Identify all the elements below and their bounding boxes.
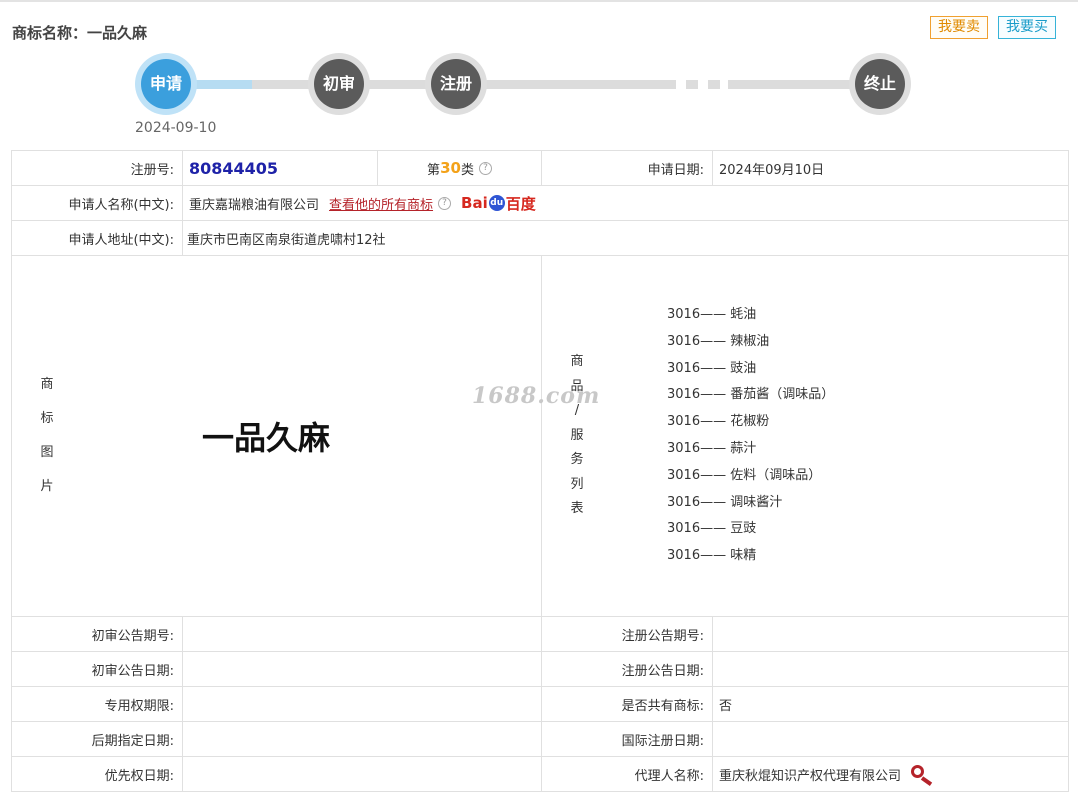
- progress-dash: [708, 80, 720, 89]
- progress-dash: [686, 80, 698, 89]
- progress-track: [252, 80, 316, 89]
- step-preliminary: 初审: [308, 53, 370, 115]
- agent-label: 代理人名称:: [542, 757, 713, 791]
- prelim-issue-label: 初审公告期号:: [12, 617, 183, 651]
- address: 重庆市巴南区南泉街道虎啸村12社: [183, 221, 1069, 255]
- step-register: 注册: [425, 53, 487, 115]
- all-marks-link[interactable]: 查看他的所有商标: [329, 194, 433, 213]
- agent-cell: 重庆秋焜知识产权代理有限公司: [713, 757, 1069, 791]
- list-item: 3016—— 调味酱汁: [667, 494, 783, 510]
- apply-date: 2024年09月10日: [713, 151, 1069, 185]
- applicant-cell: 重庆嘉瑞粮油有限公司 查看他的所有商标 ? Bai du 百度: [183, 186, 1069, 220]
- progress-track: [728, 80, 852, 89]
- buy-button[interactable]: 我要买: [998, 16, 1056, 39]
- list-item: 3016—— 蚝油: [667, 307, 757, 323]
- reg-date-label: 注册公告日期:: [542, 652, 713, 686]
- step-date: 2024-09-10: [135, 120, 217, 136]
- step-apply: 申请: [135, 53, 197, 115]
- exclusive-term-label: 专用权期限:: [12, 687, 183, 721]
- label-char: 表: [570, 501, 584, 517]
- later-designation-value: [183, 722, 542, 756]
- label-char: 列: [570, 476, 584, 492]
- list-item: 3016—— 花椒粉: [667, 414, 770, 430]
- trademark-detail-table: 注册号: 80844405 第 30 类? 申请日期: 2024年09月10日 申请…: [11, 150, 1069, 792]
- class-number: 30: [440, 159, 461, 177]
- step-terminate: 终止: [849, 53, 911, 115]
- label-char: 商: [40, 377, 54, 392]
- reg-no-label: 注册号:: [12, 151, 183, 185]
- watermark: 1688.com: [472, 383, 601, 409]
- class-suffix: 类: [460, 162, 474, 178]
- apply-date-label: 申请日期:: [542, 151, 713, 185]
- reg-issue-value: [713, 617, 1069, 651]
- table-row: 申请人地址(中文): 重庆市巴南区南泉街道虎啸村12社: [12, 221, 1069, 256]
- label-char: 片: [40, 479, 54, 494]
- table-row: 优先权日期: 代理人名称: 重庆秋焜知识产权代理有限公司: [12, 757, 1069, 792]
- address-label: 申请人地址(中文):: [12, 221, 183, 255]
- class-cell: 第 30 类?: [378, 151, 542, 185]
- list-item: 3016—— 蒜汁: [667, 441, 757, 456]
- title-label: 商标名称：: [12, 24, 88, 42]
- reg-no-cell: 80844405: [183, 151, 378, 185]
- baidu-left: Bai: [461, 194, 488, 212]
- list-item: 3016—— 佐料（调味品）: [667, 467, 822, 483]
- progress-track: [366, 80, 430, 89]
- top-border: [0, 0, 1078, 2]
- baidu-right: 百度: [505, 194, 536, 213]
- baidu-paw-icon: du: [488, 195, 505, 211]
- label-char: 标: [40, 411, 54, 426]
- prelim-date-label: 初审公告日期:: [12, 652, 183, 686]
- shared-mark-value: 否: [713, 687, 1069, 721]
- label-char: 商: [570, 354, 584, 370]
- goods-list: 3016—— 蚝油 3016—— 辣椒油 3016—— 豉油 3016—— 番茄…: [612, 256, 1069, 616]
- trademark-image: 一品久麻: [82, 256, 542, 616]
- list-item: 3016—— 豆豉: [667, 521, 757, 537]
- label-char: 图: [40, 445, 54, 460]
- image-row: 商 标 图 片 一品久麻 商 品 / 服 务 列 表 3016—— 蚝油 301…: [12, 256, 1069, 617]
- list-item: 3016—— 味精: [667, 548, 757, 564]
- step-label: 终止: [855, 59, 905, 109]
- reg-issue-label: 注册公告期号:: [542, 617, 713, 651]
- list-item: 3016—— 番茄酱（调味品）: [667, 387, 835, 403]
- label-char: 务: [570, 452, 584, 468]
- reg-no: 80844405: [189, 158, 279, 178]
- step-label: 注册: [431, 59, 481, 109]
- magnifier-icon[interactable]: [909, 765, 935, 786]
- progress-track: [484, 80, 676, 89]
- label-char: 服: [570, 427, 584, 443]
- goods-list-label: 商 品 / 服 务 列 表: [542, 256, 612, 616]
- question-circle-icon[interactable]: ?: [438, 196, 452, 210]
- table-row: 初审公告期号: 注册公告期号:: [12, 617, 1069, 652]
- priority-date-label: 优先权日期:: [12, 757, 183, 791]
- intl-reg-date-value: [713, 722, 1069, 756]
- page-title: 商标名称：一品久麻: [12, 22, 147, 43]
- intl-reg-date-label: 国际注册日期:: [542, 722, 713, 756]
- sell-button[interactable]: 我要卖: [930, 16, 988, 39]
- exclusive-term-value: [183, 687, 542, 721]
- table-row: 申请人名称(中文): 重庆嘉瑞粮油有限公司 查看他的所有商标 ? Bai du 百度: [12, 186, 1069, 221]
- table-row: 专用权期限: 是否共有商标: 否: [12, 687, 1069, 722]
- later-designation-label: 后期指定日期:: [12, 722, 183, 756]
- trademark-image-label: 商 标 图 片: [12, 256, 82, 616]
- table-row: 后期指定日期: 国际注册日期:: [12, 722, 1069, 757]
- table-row: 初审公告日期: 注册公告日期:: [12, 652, 1069, 687]
- baidu-logo[interactable]: Bai du 百度: [461, 193, 536, 214]
- prelim-issue-value: [183, 617, 542, 651]
- applicant-name: 重庆嘉瑞粮油有限公司: [189, 197, 320, 213]
- reg-date-value: [713, 652, 1069, 686]
- class-prefix: 第: [427, 162, 441, 178]
- applicant-label: 申请人名称(中文):: [12, 186, 183, 220]
- step-label: 初审: [314, 59, 364, 109]
- progress-track-active: [190, 80, 252, 89]
- shared-mark-label: 是否共有商标:: [542, 687, 713, 721]
- prelim-date-value: [183, 652, 542, 686]
- step-label: 申请: [141, 59, 191, 109]
- agent-name: 重庆秋焜知识产权代理有限公司: [719, 768, 902, 784]
- priority-date-value: [183, 757, 542, 791]
- trademark-name: 一品久麻: [87, 24, 148, 42]
- table-row: 注册号: 80844405 第 30 类? 申请日期: 2024年09月10日: [12, 151, 1069, 186]
- question-circle-icon[interactable]: ?: [478, 161, 492, 175]
- list-item: 3016—— 豉油: [667, 360, 757, 376]
- list-item: 3016—— 辣椒油: [667, 333, 770, 349]
